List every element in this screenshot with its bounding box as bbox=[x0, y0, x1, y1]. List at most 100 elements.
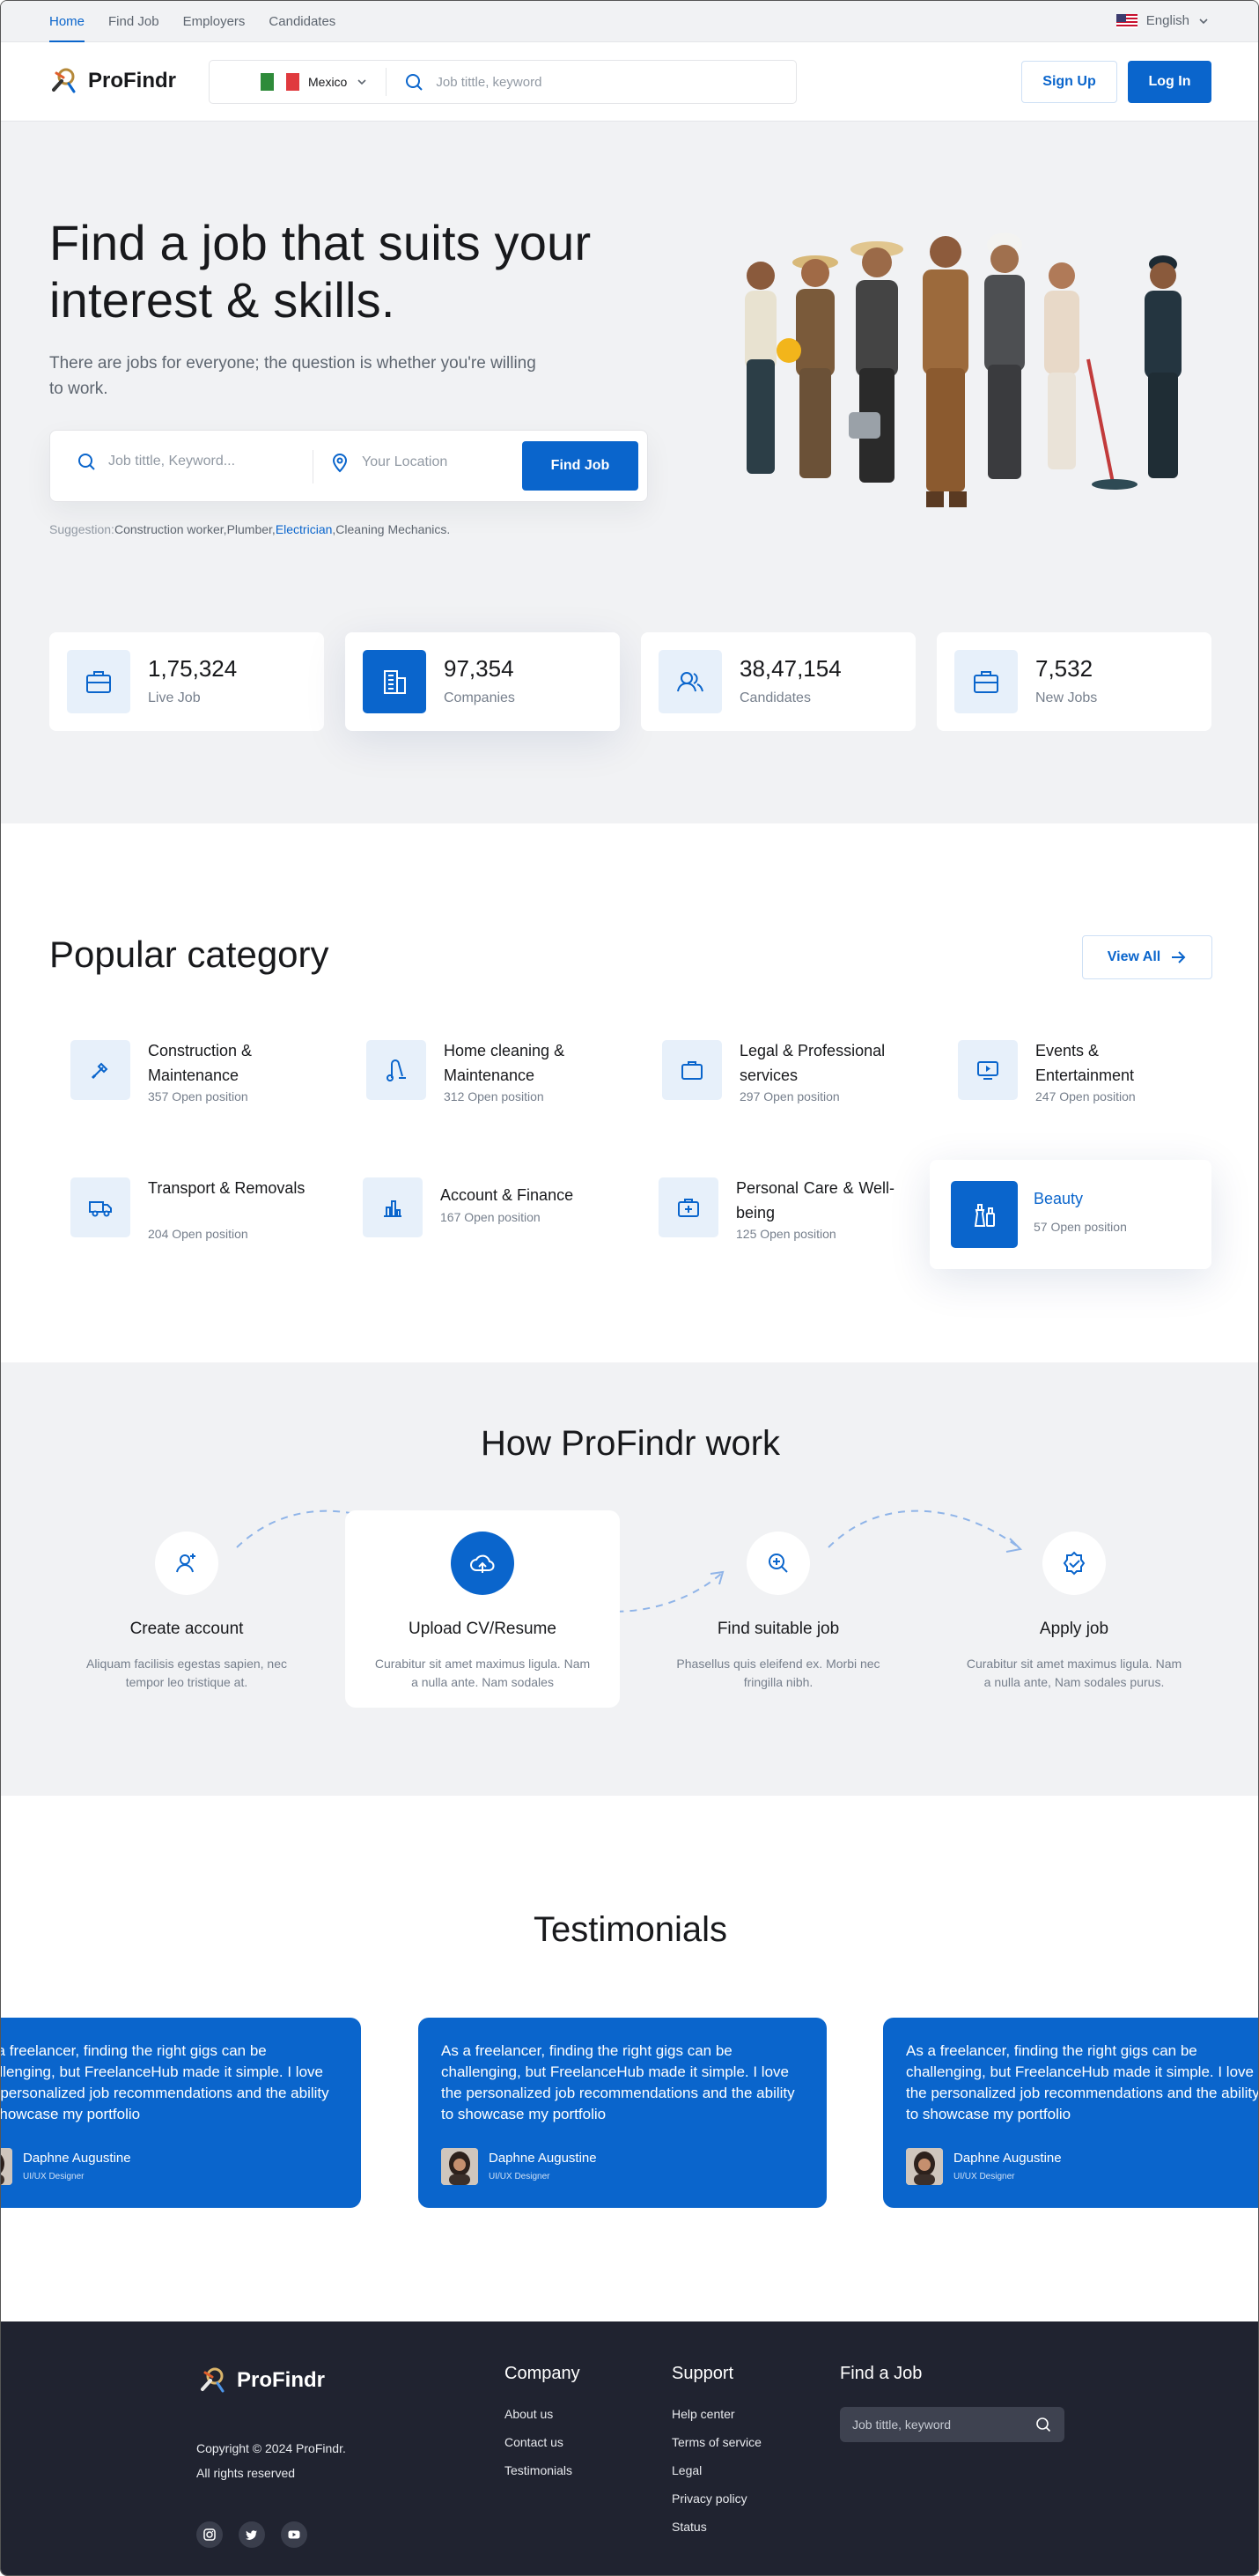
nav-home[interactable]: Home bbox=[49, 1, 85, 42]
category-beauty[interactable]: Beauty 57 Open position bbox=[930, 1160, 1211, 1269]
hero-job-search: Job tittle, Keyword... Your Location Fin… bbox=[49, 430, 648, 502]
stat-candidates: 38,47,154 Candidates bbox=[641, 632, 916, 731]
first-aid-icon bbox=[678, 1199, 699, 1217]
sign-up-button[interactable]: Sign Up bbox=[1021, 61, 1117, 103]
nav-candidates[interactable]: Candidates bbox=[269, 1, 335, 42]
chevron-down-icon bbox=[357, 79, 366, 85]
footer-link-about[interactable]: About us bbox=[504, 2407, 580, 2421]
category-home-cleaning[interactable]: Home cleaning & Maintenance 312 Open pos… bbox=[345, 1019, 620, 1121]
header-search: Mexico Job tittle, keyword bbox=[209, 60, 797, 104]
testimonial-card: As a freelancer, finding the right gigs … bbox=[883, 2018, 1259, 2208]
category-icon bbox=[70, 1177, 130, 1237]
nav-employers[interactable]: Employers bbox=[183, 1, 246, 42]
avatar bbox=[441, 2148, 478, 2185]
footer-link-status[interactable]: Status bbox=[672, 2520, 762, 2534]
play-screen-icon bbox=[977, 1061, 998, 1080]
youtube-icon[interactable] bbox=[281, 2521, 307, 2548]
building-icon bbox=[384, 670, 406, 694]
section-title: How ProFindr work bbox=[480, 1424, 781, 1463]
header: ProFindr Mexico Job tittle, keyword Sign… bbox=[1, 42, 1258, 122]
country-selector[interactable]: Mexico bbox=[210, 68, 387, 96]
worker-figure bbox=[745, 262, 777, 474]
suggestion-plumber[interactable]: Plumber, bbox=[227, 522, 276, 536]
footer-find-job-column: Find a Job bbox=[840, 2364, 922, 2407]
header-search-input[interactable]: Job tittle, keyword bbox=[387, 72, 541, 92]
footer-link-contact[interactable]: Contact us bbox=[504, 2435, 580, 2449]
footer: ProFindr Copyright © 2024 ProFindr. All … bbox=[1, 2321, 1258, 2575]
beauty-icon bbox=[974, 1204, 995, 1227]
hero-section: Find a job that suits your interest & sk… bbox=[1, 122, 1258, 823]
footer-brand-logo[interactable]: ProFindr bbox=[198, 2366, 325, 2395]
log-in-button[interactable]: Log In bbox=[1128, 61, 1211, 103]
step-title: Apply job bbox=[1039, 1620, 1109, 1638]
stat-companies: 97,354 Companies bbox=[345, 632, 620, 731]
step-upload-cv: Upload CV/Resume Curabitur sit amet maxi… bbox=[345, 1510, 620, 1708]
suggestion-cleaning[interactable]: ,Cleaning Mechanics. bbox=[332, 522, 450, 536]
category-construction[interactable]: Construction & Maintenance 357 Open posi… bbox=[49, 1019, 324, 1121]
category-icon bbox=[951, 1181, 1018, 1248]
category-personal-care[interactable]: Personal Care & Well-being 125 Open posi… bbox=[637, 1156, 912, 1258]
testimonial-quote: As a freelancer, finding the right gigs … bbox=[441, 2042, 795, 2122]
footer-company-column: Company About us Contact us Testimonials bbox=[504, 2364, 580, 2491]
step-title: Find suitable job bbox=[717, 1620, 840, 1638]
location-input[interactable]: Your Location bbox=[330, 452, 447, 473]
category-count: 297 Open position bbox=[740, 1089, 840, 1103]
footer-search-placeholder: Job tittle, keyword bbox=[852, 2417, 952, 2432]
category-icon bbox=[659, 1177, 718, 1237]
job-keyword-input[interactable]: Job tittle, Keyword... bbox=[77, 452, 235, 471]
twitter-icon[interactable] bbox=[239, 2521, 265, 2548]
category-name: Construction & Maintenance bbox=[148, 1042, 253, 1084]
testimonial-quote: As a freelancer, finding the right gigs … bbox=[906, 2042, 1259, 2122]
footer-link-testimonials[interactable]: Testimonials bbox=[504, 2463, 580, 2477]
category-legal[interactable]: Legal & Professional services 297 Open p… bbox=[641, 1019, 916, 1121]
tool-icon bbox=[91, 1062, 108, 1080]
worker-figure bbox=[984, 233, 1025, 479]
top-nav: Home Find Job Employers Candidates Engli… bbox=[1, 1, 1258, 42]
bar-chart-icon bbox=[384, 1200, 401, 1217]
category-count: 125 Open position bbox=[736, 1227, 836, 1241]
find-job-button[interactable]: Find Job bbox=[522, 441, 638, 491]
nav-find-job[interactable]: Find Job bbox=[108, 1, 159, 42]
category-name: Personal Care & Well-being bbox=[736, 1179, 895, 1222]
category-icon bbox=[662, 1040, 722, 1100]
category-count: 312 Open position bbox=[444, 1089, 544, 1103]
worker-figure bbox=[777, 255, 838, 478]
avatar-image bbox=[441, 2148, 478, 2185]
mexico-flag-icon bbox=[261, 73, 300, 91]
stat-value: 38,47,154 bbox=[740, 655, 842, 682]
language-selector[interactable]: English bbox=[1115, 13, 1209, 28]
view-all-button[interactable]: View All bbox=[1082, 935, 1212, 979]
testimonials-section: Testimonials As a freelancer, finding th… bbox=[1, 1796, 1259, 2321]
search-plus-icon bbox=[769, 1554, 788, 1573]
worker-figure bbox=[1044, 262, 1138, 490]
social-links bbox=[196, 2521, 307, 2548]
suggestion-construction[interactable]: Construction worker, bbox=[114, 522, 227, 536]
footer-search-input[interactable]: Job tittle, keyword bbox=[840, 2407, 1064, 2442]
stat-value: 7,532 bbox=[1035, 655, 1093, 682]
instagram-icon[interactable] bbox=[196, 2521, 223, 2548]
worker-figure bbox=[1145, 255, 1182, 478]
stat-label: Companies bbox=[444, 690, 515, 705]
category-transport[interactable]: Transport & Removals 204 Open position bbox=[49, 1156, 324, 1258]
step-create-account: Create account Aliquam facilisis egestas… bbox=[49, 1510, 324, 1708]
category-events[interactable]: Events & Entertainment 247 Open position bbox=[937, 1019, 1211, 1121]
step-icon-circle bbox=[1042, 1532, 1106, 1595]
footer-column-title: Support bbox=[672, 2364, 734, 2383]
footer-link-privacy[interactable]: Privacy policy bbox=[672, 2491, 762, 2506]
view-all-label: View All bbox=[1107, 949, 1161, 964]
footer-support-column: Support Help center Terms of service Leg… bbox=[672, 2364, 762, 2548]
testimonial-role: UI/UX Designer bbox=[489, 2172, 550, 2181]
category-finance[interactable]: Account & Finance 167 Open position bbox=[342, 1156, 616, 1258]
suggestion-electrician[interactable]: Electrician bbox=[276, 522, 333, 536]
brand-logo[interactable]: ProFindr bbox=[49, 66, 176, 96]
footer-link-help[interactable]: Help center bbox=[672, 2407, 762, 2421]
category-count: 357 Open position bbox=[148, 1089, 248, 1103]
section-title: Testimonials bbox=[533, 1910, 728, 1949]
testimonial-card: As a freelancer, finding the right gigs … bbox=[418, 2018, 827, 2208]
avatar-image bbox=[1, 2148, 12, 2185]
footer-link-terms[interactable]: Terms of service bbox=[672, 2435, 762, 2449]
search-icon[interactable] bbox=[1034, 2416, 1052, 2433]
category-icon bbox=[70, 1040, 130, 1100]
category-icon bbox=[366, 1040, 426, 1100]
footer-link-legal[interactable]: Legal bbox=[672, 2463, 762, 2477]
